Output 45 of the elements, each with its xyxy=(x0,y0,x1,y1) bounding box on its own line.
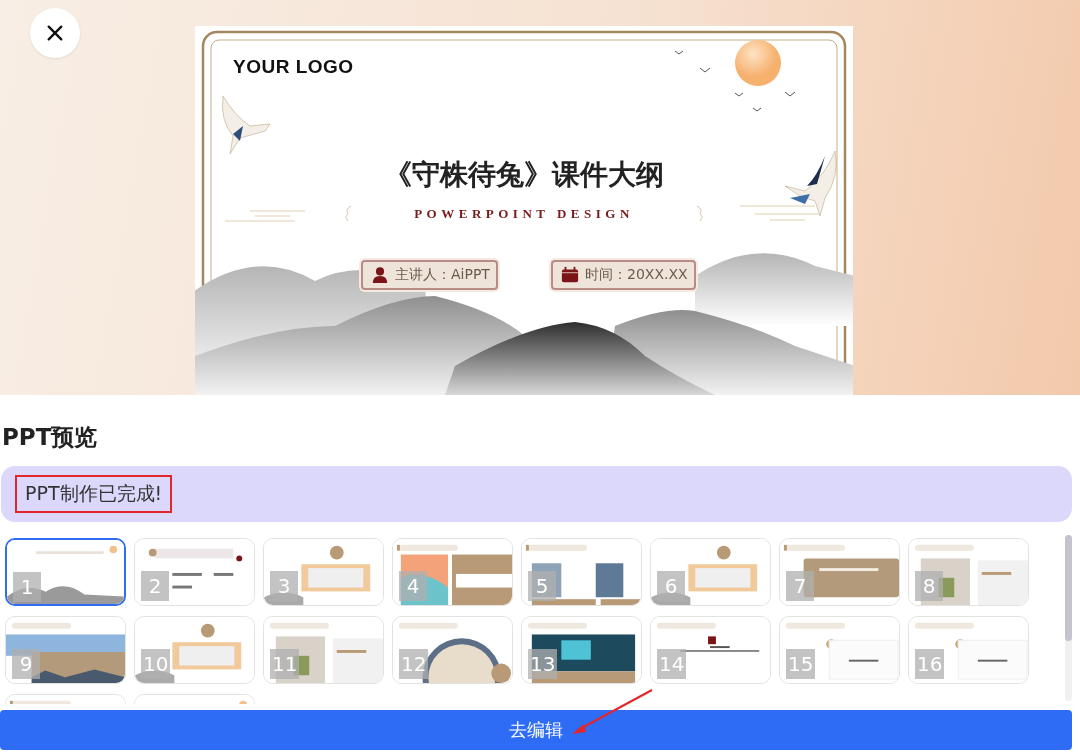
slide-number: 5 xyxy=(528,571,556,601)
calendar-icon xyxy=(561,266,579,284)
slide-thumbnail[interactable]: 2 xyxy=(134,538,255,606)
slide-thumbnail[interactable]: 3 xyxy=(263,538,384,606)
slide-number: 16 xyxy=(915,649,945,679)
slide-number: 8 xyxy=(915,571,943,601)
status-message: PPT制作已完成! xyxy=(15,475,173,513)
slide-thumbnail[interactable]: 11 xyxy=(263,616,384,684)
slide-number: 2 xyxy=(141,571,169,601)
slide-number: 14 xyxy=(657,649,687,679)
close-button[interactable] xyxy=(30,8,80,58)
slide-subtitle: POWERPOINT DESIGN xyxy=(413,206,635,222)
slide-number: 1 xyxy=(13,572,41,602)
slide-thumbnail[interactable]: 9 xyxy=(5,616,126,684)
slide-title: 《守株待兔》课件大纲 xyxy=(383,157,665,193)
slide-number: 10 xyxy=(141,649,171,679)
slide-thumbnail[interactable]: 5 xyxy=(521,538,642,606)
slide-thumbnail[interactable]: 6 xyxy=(650,538,771,606)
person-icon xyxy=(371,266,389,284)
slide-thumbnail[interactable]: 4 xyxy=(392,538,513,606)
slide-thumbnail[interactable]: 1 xyxy=(5,538,126,606)
slide-number: 6 xyxy=(657,571,685,601)
tag-text: 主讲人：AiPPT xyxy=(395,266,490,284)
section-title: PPT预览 xyxy=(1,423,99,452)
slide-number: 4 xyxy=(399,571,427,601)
slide-number: 9 xyxy=(12,649,40,679)
slide-thumbnail[interactable]: 15 xyxy=(779,616,900,684)
close-icon xyxy=(46,24,64,42)
slide-thumbnail[interactable]: 8 xyxy=(908,538,1029,606)
slide-thumbnail[interactable]: 16 xyxy=(908,616,1029,684)
slide-thumbnail[interactable]: 13 xyxy=(521,616,642,684)
slide-thumbnail[interactable]: 7 xyxy=(779,538,900,606)
slide-thumbnail[interactable]: 14 xyxy=(650,616,771,684)
slide-number: 7 xyxy=(786,571,814,601)
tag-text: 时间：20XX.XX xyxy=(585,266,688,284)
scrollbar[interactable] xyxy=(1065,535,1072,701)
slide-number: 11 xyxy=(270,649,300,679)
slide-number: 15 xyxy=(786,649,816,679)
slide-thumbnail[interactable]: 12 xyxy=(392,616,513,684)
logo-text: YOUR LOGO xyxy=(233,56,354,78)
edit-button[interactable]: 去编辑 xyxy=(0,710,1072,750)
slide-number: 12 xyxy=(399,649,429,679)
slide-number: 3 xyxy=(270,571,298,601)
slide-thumbnail[interactable]: 10 xyxy=(134,616,255,684)
slide-number: 13 xyxy=(528,649,558,679)
